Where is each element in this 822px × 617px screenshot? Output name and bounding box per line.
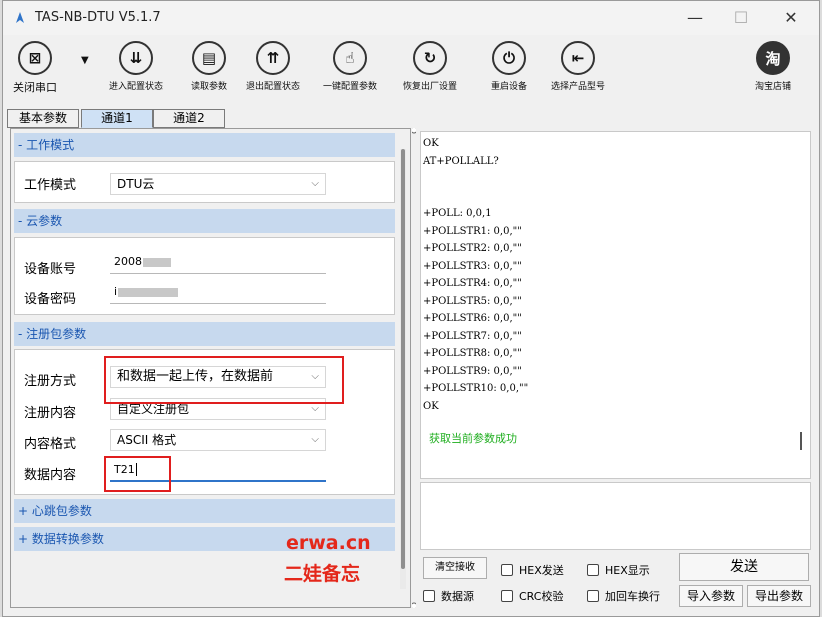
account-label: 设备账号	[24, 262, 77, 277]
close-button[interactable]: ✕	[769, 5, 813, 31]
password-label: 设备密码	[24, 292, 77, 307]
success-message: 获取当前参数成功	[429, 432, 517, 445]
params-scrollbar[interactable]	[400, 149, 406, 589]
splitter-handles	[410, 126, 418, 610]
log-line: +POLLSTR5: 0,0,""	[423, 295, 522, 307]
highlight-box	[104, 356, 344, 404]
export-params-button[interactable]: 导出参数	[747, 585, 811, 607]
section-header-register[interactable]: - 注册包参数	[14, 322, 395, 346]
taobao-store-button[interactable]: 淘 淘宝店铺	[755, 41, 791, 92]
account-field[interactable]: 2008	[110, 252, 326, 274]
log-line: +POLLSTR8: 0,0,""	[423, 348, 522, 359]
password-field[interactable]: i	[110, 282, 326, 304]
panel-splitter[interactable]	[410, 126, 418, 610]
terminal-panel: OK AT+POLLALL? +POLL: 0,0,1 +POLLSTR1: 0…	[417, 128, 815, 608]
work-mode-group: 工作模式 DTU云 ⌵	[14, 161, 395, 203]
section-header-cloud[interactable]: - 云参数	[14, 209, 395, 233]
minimize-button[interactable]: —	[673, 5, 717, 31]
hex-send-checkbox[interactable]: HEX发送	[501, 562, 564, 578]
add-crlf-checkbox[interactable]: 加回车换行	[587, 588, 660, 604]
data-content-label: 数据内容	[24, 468, 77, 483]
register-params-group: 注册方式 和数据一起上传，在数据前 ⌵ 注册内容 自定义注册包 ⌵ 内容格式 A…	[14, 349, 395, 495]
close-port-button[interactable]: ⊠ 关闭串口	[13, 41, 57, 95]
content-format-label: 内容格式	[24, 437, 77, 452]
scrollbar-thumb[interactable]	[401, 149, 405, 569]
content-format-select[interactable]: ASCII 格式 ⌵	[110, 429, 326, 451]
enter-config-button[interactable]: ⇊ 进入配置状态	[109, 41, 163, 92]
watermark-text: 二娃备忘	[284, 563, 361, 585]
log-caret	[800, 432, 802, 450]
one-key-config-button[interactable]: ☝ 一键配置参数	[323, 41, 377, 92]
log-line: +POLLSTR6: 0,0,""	[423, 313, 522, 324]
highlight-box	[104, 456, 171, 492]
section-header-heartbeat[interactable]: + 心跳包参数	[14, 499, 395, 523]
taobao-icon: 淘	[756, 41, 790, 75]
port-dropdown-arrow[interactable]: ▼	[81, 55, 89, 66]
read-params-button[interactable]: ▤ 读取参数	[191, 41, 227, 92]
select-model-button[interactable]: ⇤ 选择产品型号	[551, 41, 605, 92]
work-mode-select[interactable]: DTU云 ⌵	[110, 173, 326, 195]
exit-config-button[interactable]: ⇈ 退出配置状态	[246, 41, 300, 92]
log-line: +POLLSTR3: 0,0,""	[423, 260, 522, 272]
log-line: OK	[423, 138, 439, 149]
restart-button[interactable]: ⏻ 重启设备	[491, 41, 527, 92]
crc-checkbox[interactable]: CRC校验	[501, 588, 563, 604]
maximize-button[interactable]: ☐	[719, 5, 763, 31]
reset-icon: ↻	[413, 41, 447, 75]
log-line: OK	[423, 400, 439, 412]
chevron-down-icon: ⌵	[311, 434, 319, 445]
log-line: AT+POLLALL?	[423, 155, 499, 167]
log-line: +POLLSTR9: 0,0,""	[423, 365, 522, 377]
title-bar: TAS-NB-DTU V5.1.7 — ☐ ✕	[3, 1, 819, 35]
section-header-work-mode[interactable]: - 工作模式	[14, 133, 395, 157]
hand-pointer-icon: ☝	[333, 41, 367, 75]
import-params-button[interactable]: 导入参数	[679, 585, 743, 607]
receive-log[interactable]: OK AT+POLLALL? +POLL: 0,0,1 +POLLSTR1: 0…	[420, 131, 811, 479]
log-line: +POLLSTR2: 0,0,""	[423, 243, 522, 254]
redacted-mask	[118, 287, 179, 297]
send-button[interactable]: 发送	[679, 553, 809, 581]
back-arrow-icon: ⇤	[561, 41, 595, 75]
tab-channel-2[interactable]: 通道2	[153, 109, 225, 128]
log-line: +POLLSTR7: 0,0,""	[423, 330, 522, 342]
toolbar: ⊠ 关闭串口 ▼ ⇊ 进入配置状态 ▤ 读取参数 ⇈ 退出配置状态 ☝ 一键配置…	[3, 35, 819, 105]
log-line: +POLLSTR10: 0,0,""	[423, 383, 529, 394]
chevron-down-icon: ⌵	[311, 178, 319, 189]
app-window: TAS-NB-DTU V5.1.7 — ☐ ✕ ⊠ 关闭串口 ▼ ⇊ 进入配置状…	[2, 0, 820, 617]
data-source-checkbox[interactable]: 数据源	[423, 588, 474, 604]
app-logo-icon	[16, 12, 24, 23]
hex-display-checkbox[interactable]: HEX显示	[587, 562, 650, 578]
log-line: +POLLSTR4: 0,0,""	[423, 278, 522, 289]
window-title: TAS-NB-DTU V5.1.7	[35, 10, 161, 25]
log-line: +POLL: 0,0,1	[423, 208, 492, 219]
log-line: +POLLSTR1: 0,0,""	[423, 225, 522, 237]
params-panel: - 工作模式 工作模式 DTU云 ⌵ - 云参数 设备账号 2008 设备密码 …	[10, 128, 411, 608]
tab-basic-params[interactable]: 基本参数	[7, 109, 79, 128]
tab-channel-1[interactable]: 通道1	[81, 109, 153, 128]
close-port-icon: ⊠	[18, 41, 52, 75]
factory-reset-button[interactable]: ↻ 恢复出厂设置	[403, 41, 457, 92]
register-content-label: 注册内容	[24, 406, 77, 421]
redacted-mask	[143, 257, 171, 267]
download-tray-icon: ⇊	[119, 41, 153, 75]
register-method-label: 注册方式	[24, 374, 77, 389]
cloud-params-group: 设备账号 2008 设备密码 i	[14, 237, 395, 315]
clear-receive-button[interactable]: 清空接收	[423, 557, 487, 579]
read-document-icon: ▤	[192, 41, 226, 75]
send-input-area[interactable]	[420, 482, 811, 550]
watermark-url: erwa.cn	[286, 532, 371, 554]
upload-tray-icon: ⇈	[256, 41, 290, 75]
work-mode-label: 工作模式	[24, 178, 77, 193]
power-icon: ⏻	[492, 41, 526, 75]
